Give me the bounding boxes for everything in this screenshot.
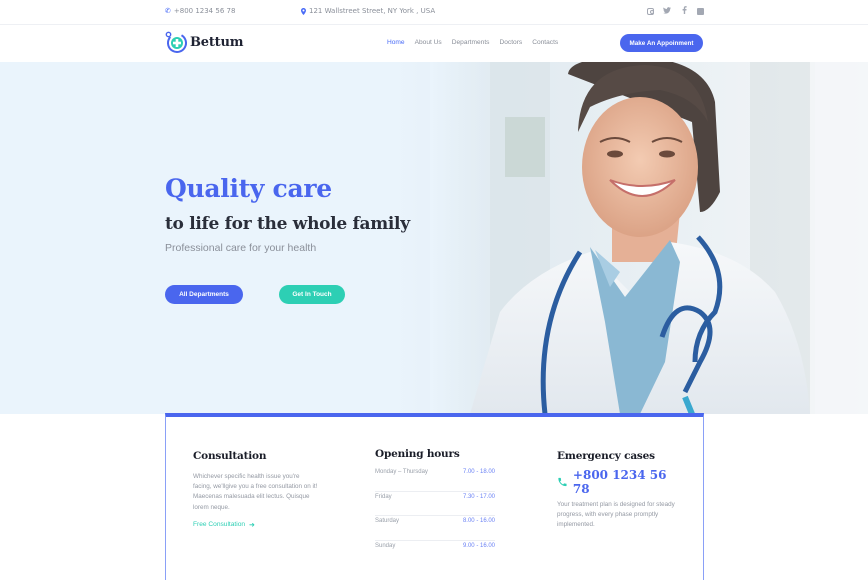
emergency-title: Emergency cases (557, 450, 655, 462)
location-pin-icon (301, 7, 306, 15)
hours-day: Friday (375, 493, 392, 500)
hero-title: Quality care (165, 174, 332, 203)
consultation-text: Whichever specific health issue you're f… (193, 473, 318, 511)
hours-day: Sunday (375, 542, 396, 549)
consultation-column: Consultation Whichever specific health i… (193, 450, 318, 529)
nav-departments[interactable]: Departments (452, 39, 490, 46)
hours-day: Saturday (375, 518, 400, 524)
emergency-text: Your treatment plan is designed for stea… (557, 501, 675, 529)
brand-name: Bettum (190, 34, 244, 50)
hours-time: 9.00 - 16.00 (462, 542, 495, 549)
hours-time: 7.00 - 18.00 (462, 469, 495, 475)
hero-section: Quality care to life for the whole famil… (0, 62, 868, 414)
get-in-touch-button[interactable]: Get In Touch (279, 285, 345, 304)
hours-row: Monday – Thursday 7.00 - 18.00 (375, 467, 495, 492)
topbar-phone-text: +800 1234 56 78 (173, 7, 236, 15)
instagram-icon[interactable] (647, 7, 654, 15)
top-bar: ✆ +800 1234 56 78 121 Wallstreet Street,… (0, 0, 868, 25)
hero-tagline: Professional care for your health (165, 242, 317, 254)
hero-subtitle: to life for the whole family (165, 214, 410, 234)
make-appointment-button[interactable]: Make An Appoinment (620, 34, 703, 52)
medical-cross-logo-icon (165, 31, 187, 53)
free-consultation-label: Free Consultation (193, 521, 246, 529)
nav-doctors[interactable]: Doctors (499, 39, 522, 46)
hours-row: Friday 7.30 - 17.00 (375, 492, 495, 516)
all-departments-button[interactable]: All Departments (165, 285, 243, 304)
nav-contacts[interactable]: Contacts (532, 39, 558, 46)
emergency-column: Emergency cases +800 1234 56 78 Your tre… (557, 450, 677, 531)
emergency-phone-number: +800 1234 56 78 (572, 468, 667, 496)
site-header: Bettum Home About Us Departments Doctors… (0, 25, 868, 62)
topbar-address: 121 Wallstreet Street, NY York , USA (301, 7, 435, 15)
topbar-address-text: 121 Wallstreet Street, NY York , USA (309, 7, 436, 15)
arrow-right-icon: ➜ (249, 521, 255, 529)
info-card: Consultation Whichever specific health i… (165, 413, 704, 580)
consultation-title: Consultation (193, 450, 267, 462)
main-nav: Home About Us Departments Doctors Contac… (387, 39, 558, 46)
linkedin-icon[interactable] (697, 7, 704, 15)
hours-time: 8.00 - 16.00 (462, 518, 495, 524)
phone-icon (558, 477, 567, 487)
doctor-photo (430, 62, 868, 414)
facebook-icon[interactable] (680, 6, 688, 16)
nav-about-us[interactable]: About Us (415, 39, 442, 46)
opening-hours-title: Opening hours (375, 448, 460, 460)
phone-icon: ✆ (165, 6, 171, 15)
hours-time: 7.30 - 17.00 (462, 493, 495, 500)
hours-row: Sunday 9.00 - 16.00 (375, 541, 495, 566)
opening-hours-column: Opening hours Monday – Thursday 7.00 - 1… (375, 448, 495, 565)
emergency-phone[interactable]: +800 1234 56 78 (557, 468, 677, 496)
hours-row: Saturday 8.00 - 16.00 (375, 516, 495, 541)
free-consultation-link[interactable]: Free Consultation ➜ (193, 521, 318, 529)
topbar-phone[interactable]: ✆ +800 1234 56 78 (165, 7, 235, 15)
social-links (647, 6, 704, 16)
hours-day: Monday – Thursday (375, 469, 428, 475)
logo[interactable]: Bettum (164, 30, 243, 54)
twitter-icon[interactable] (663, 6, 671, 16)
nav-home[interactable]: Home (387, 39, 405, 46)
